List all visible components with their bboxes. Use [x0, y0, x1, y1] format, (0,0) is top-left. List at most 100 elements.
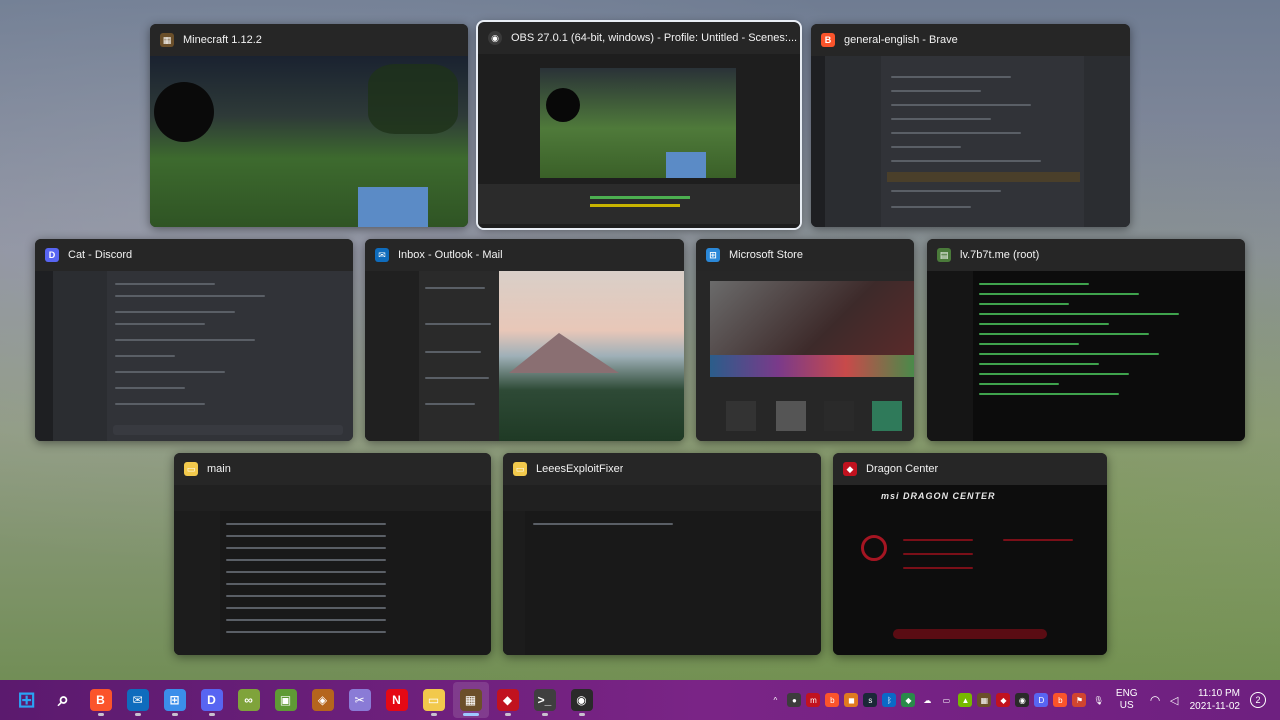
- dragon-center-icon: ◆: [496, 689, 519, 711]
- window-title-bar: ▭ main: [174, 453, 491, 485]
- store-icon: ⊞: [163, 689, 186, 711]
- infinity-app-icon: ∞: [237, 689, 260, 711]
- window-terminal[interactable]: ▤ lv.7b7t.me (root): [927, 239, 1245, 441]
- store-icon: ⊞: [706, 248, 720, 262]
- bluetooth-icon[interactable]: ᛒ: [882, 693, 897, 707]
- discord-tray-icon[interactable]: D: [1034, 693, 1049, 707]
- start-button[interactable]: ⊞: [9, 682, 45, 718]
- server-rail: [811, 56, 825, 227]
- snip-icon: ✂: [348, 689, 371, 711]
- nvidia-icon[interactable]: ▲: [958, 693, 973, 707]
- explorer-toolbar: [503, 485, 821, 511]
- notification-badge[interactable]: 2: [1250, 692, 1266, 708]
- message-box: [113, 425, 343, 435]
- audio-meter: [590, 196, 690, 199]
- minimap-shape: [546, 88, 580, 122]
- clock[interactable]: 11:10 PM 2021-11-02: [1190, 687, 1240, 713]
- window-title-bar: D Cat - Discord: [35, 239, 353, 271]
- window-title-bar: B general-english - Brave: [811, 24, 1130, 56]
- message-list: [419, 271, 499, 441]
- window-outlook[interactable]: ✉ Inbox - Outlook - Mail: [365, 239, 684, 441]
- wifi-icon[interactable]: ◠: [1148, 693, 1162, 707]
- window-preview: [174, 485, 491, 655]
- window-preview: [365, 271, 684, 441]
- obs-docks: [478, 184, 800, 224]
- store-taskbar[interactable]: ⊞: [157, 682, 193, 718]
- mail-icon: ✉: [375, 248, 389, 262]
- shield-icon[interactable]: ◆: [901, 693, 916, 707]
- store-carousel: [710, 355, 914, 377]
- search-button[interactable]: ⌕: [46, 682, 82, 718]
- discord-icon: D: [45, 248, 59, 262]
- minecraft-launcher-taskbar[interactable]: ▣: [268, 682, 304, 718]
- microphone-icon[interactable]: 🎙: [1091, 693, 1105, 707]
- terminal-taskbar[interactable]: >_: [527, 682, 563, 718]
- window-preview: [35, 271, 353, 441]
- mode-bar: [893, 629, 1047, 639]
- window-explorer-main[interactable]: ▭ main: [174, 453, 491, 655]
- window-title: Inbox - Outlook - Mail: [398, 249, 503, 261]
- netflix-icon: N: [385, 689, 408, 711]
- window-preview: [503, 485, 821, 655]
- xbox-icon[interactable]: ●: [787, 693, 802, 707]
- start-icon: ⊞: [17, 687, 36, 712]
- msi-tray-icon[interactable]: m: [806, 693, 821, 707]
- dragon-center-taskbar[interactable]: ◆: [490, 682, 526, 718]
- app-tray-icon[interactable]: ◼: [844, 693, 859, 707]
- brave-tray-icon-2[interactable]: b: [1053, 693, 1068, 707]
- chevron-up-icon[interactable]: ^: [768, 693, 782, 707]
- pattern-app-taskbar[interactable]: ◈: [305, 682, 341, 718]
- display-icon[interactable]: ▭: [939, 693, 953, 707]
- navigation-pane: [174, 511, 220, 655]
- clock-date: 2021-11-02: [1189, 701, 1240, 712]
- mountain-shape: [509, 333, 619, 373]
- file-explorer-taskbar[interactable]: ▭: [416, 682, 452, 718]
- language-code: ENG: [1115, 688, 1138, 699]
- minecraft-tray-icon[interactable]: ▦: [977, 693, 992, 707]
- steam-icon[interactable]: s: [863, 693, 878, 707]
- window-minecraft[interactable]: ▦ Minecraft 1.12.2: [150, 24, 468, 227]
- volume-icon[interactable]: ◁: [1167, 693, 1181, 707]
- window-title: Cat - Discord: [68, 249, 133, 261]
- window-store[interactable]: ⊞ Microsoft Store: [696, 239, 914, 441]
- store-hero-banner: [710, 281, 914, 355]
- highlighted-message: [887, 172, 1080, 182]
- window-title: lv.7b7t.me (root): [960, 249, 1040, 261]
- window-obs[interactable]: ◉ OBS 27.0.1 (64-bit, windows) - Profile…: [476, 20, 802, 230]
- store-app-tile: [824, 401, 854, 431]
- window-title: main: [207, 463, 231, 475]
- window-explorer-leees[interactable]: ▭ LeeesExploitFixer: [503, 453, 821, 655]
- dragon-tray-icon[interactable]: ◆: [996, 693, 1011, 707]
- window-dragon-center[interactable]: ◆ Dragon Center msi DRAGON CENTER: [833, 453, 1107, 655]
- window-title: LeeesExploitFixer: [536, 463, 624, 475]
- navigation-pane: [503, 511, 525, 655]
- brave-taskbar[interactable]: B: [83, 682, 119, 718]
- window-title: Minecraft 1.12.2: [183, 34, 262, 46]
- minecraft-icon: ▦: [459, 689, 482, 711]
- obs-taskbar[interactable]: ◉: [564, 682, 600, 718]
- discord-taskbar[interactable]: D: [194, 682, 230, 718]
- flag-icon[interactable]: ⚑: [1072, 693, 1087, 707]
- folder-icon: ▭: [184, 462, 198, 476]
- window-title: OBS 27.0.1 (64-bit, windows) - Profile: …: [511, 32, 798, 44]
- snip-taskbar[interactable]: ✂: [342, 682, 378, 718]
- tree-shape: [368, 64, 458, 134]
- gauge-icon: [861, 535, 887, 561]
- window-discord[interactable]: D Cat - Discord: [35, 239, 353, 441]
- system-tray: ^ ● m b ◼ s ᛒ ◆ ☁ ▭ ▲ ▦ ◆ ◉ Db ⚑ 🎙 ENG US ◠ ◁ 11:10 PM 2…: [766, 680, 1280, 720]
- language-indicator[interactable]: ENG US: [1116, 688, 1138, 712]
- mail-taskbar[interactable]: ✉: [120, 682, 156, 718]
- onedrive-icon[interactable]: ☁: [920, 693, 934, 707]
- folder-icon: ▭: [513, 462, 527, 476]
- window-brave[interactable]: B general-english - Brave: [811, 24, 1130, 227]
- netflix-taskbar[interactable]: N: [379, 682, 415, 718]
- store-app-tile: [726, 401, 756, 431]
- infinity-app-taskbar[interactable]: ∞: [231, 682, 267, 718]
- window-title-bar: ◆ Dragon Center: [833, 453, 1107, 485]
- brave-tray-icon[interactable]: b: [825, 693, 840, 707]
- obs-tray-icon[interactable]: ◉: [1015, 693, 1030, 707]
- brave-icon: B: [821, 33, 835, 47]
- keyboard-layout: US: [1119, 700, 1134, 711]
- window-title: Microsoft Store: [729, 249, 803, 261]
- minecraft-taskbar[interactable]: ▦: [452, 682, 489, 718]
